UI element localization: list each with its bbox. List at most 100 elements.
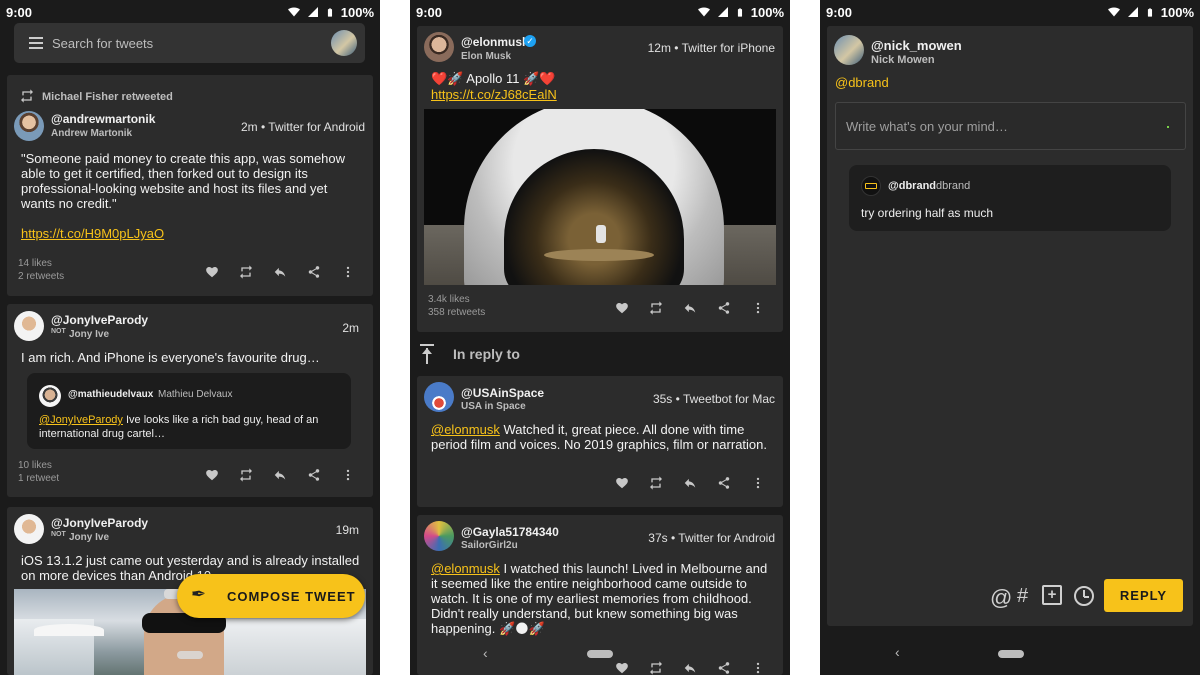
- quoted-tweet[interactable]: @mathieudelvaux Mathieu Delvaux @JonyIve…: [27, 373, 351, 449]
- mention[interactable]: @elonmusk: [431, 561, 500, 576]
- tweet-body: @elonmusk I watched this launch! Lived i…: [431, 561, 783, 636]
- in-reply-to-label: In reply to: [453, 346, 520, 362]
- home-pill[interactable]: [177, 651, 203, 659]
- reply-button[interactable]: [263, 263, 297, 281]
- tweet-handle[interactable]: @Gayla51784340: [461, 525, 559, 539]
- reply-button[interactable]: [673, 659, 707, 675]
- more-button[interactable]: [331, 466, 365, 484]
- reply-button-label: REPLY: [1119, 588, 1168, 603]
- avatar[interactable]: [14, 514, 44, 544]
- more-button[interactable]: [741, 299, 775, 317]
- tweet-body: @elonmusk Watched it, great piece. All d…: [431, 422, 781, 452]
- more-button[interactable]: [331, 263, 365, 281]
- like-button[interactable]: [605, 474, 639, 492]
- likes-count: 10 likes: [18, 460, 52, 471]
- tweet-handle[interactable]: @JonyIveParody: [51, 516, 148, 530]
- tweet-actions: [195, 466, 365, 484]
- more-button[interactable]: [741, 659, 775, 675]
- reply-button[interactable]: [673, 474, 707, 492]
- quote-body: @JonyIveParody Ive looks like a rich bad…: [39, 413, 344, 441]
- schedule-clock-icon[interactable]: [1074, 586, 1094, 606]
- menu-icon[interactable]: [29, 37, 43, 49]
- tweet-handle[interactable]: @USAinSpace: [461, 386, 544, 400]
- like-button[interactable]: [195, 466, 229, 484]
- avatar[interactable]: [424, 32, 454, 62]
- reply-tweet[interactable]: @USAinSpace USA in Space 35s • Tweetbot …: [417, 376, 783, 507]
- retweet-button[interactable]: [639, 659, 673, 675]
- at-button[interactable]: @: [990, 585, 1012, 611]
- share-icon: [717, 476, 731, 490]
- avatar[interactable]: [14, 111, 44, 141]
- more-button[interactable]: [741, 474, 775, 492]
- reply-to-mention[interactable]: @dbrand: [835, 75, 889, 90]
- tweet-meta: 19m: [335, 523, 359, 537]
- share-button[interactable]: [297, 263, 331, 281]
- dbrand-logo: [861, 176, 881, 196]
- main-tweet[interactable]: @elonmusk ✓ Elon Musk 12m • Twitter for …: [417, 26, 783, 332]
- back-nav-icon[interactable]: ‹: [895, 644, 900, 660]
- tweet-text: period film and voices. No 2019 graphics…: [431, 437, 767, 452]
- retweet-button[interactable]: [229, 263, 263, 281]
- battery-icon: [325, 6, 335, 19]
- profile-avatar[interactable]: [331, 30, 357, 56]
- reply-input-placeholder: Write what's on your mind…: [846, 119, 1008, 134]
- tweet-meta: 12m • Twitter for iPhone: [647, 41, 775, 55]
- likes-count: 14 likes: [18, 258, 52, 269]
- retweet-button[interactable]: [639, 474, 673, 492]
- avatar[interactable]: [424, 382, 454, 412]
- avatar[interactable]: [14, 311, 44, 341]
- retweeted-by: Michael Fisher retweeted: [42, 91, 173, 103]
- avatar[interactable]: [424, 521, 454, 551]
- share-button[interactable]: [707, 299, 741, 317]
- signal-icon: [1127, 6, 1139, 18]
- retweet-icon: [648, 660, 664, 675]
- compose-card: @nick_mowen Nick Mowen @dbrand Write wha…: [827, 26, 1193, 626]
- retweet-icon: [238, 264, 254, 280]
- reply-button[interactable]: [673, 299, 707, 317]
- reply-button[interactable]: [263, 466, 297, 484]
- tweet-stats: 14 likes 2 retweets: [18, 257, 64, 283]
- reply-button[interactable]: REPLY: [1104, 579, 1183, 612]
- mention[interactable]: @elonmusk: [431, 422, 500, 437]
- search-bar[interactable]: Search for tweets: [14, 23, 365, 63]
- reply-input[interactable]: Write what's on your mind…: [835, 102, 1186, 150]
- like-button[interactable]: [605, 659, 639, 675]
- heart-icon: [205, 265, 219, 279]
- like-button[interactable]: [605, 299, 639, 317]
- tweet-card[interactable]: @JonyIveParody NOT Jony Ive 2m I am rich…: [7, 304, 373, 497]
- add-media-icon[interactable]: +: [1042, 585, 1062, 605]
- tweet-card[interactable]: Michael Fisher retweeted @andrewmartonik…: [7, 75, 373, 296]
- more-icon: [751, 301, 765, 315]
- tweet-handle[interactable]: @elonmusk: [461, 35, 529, 49]
- tweet-name: Jony Ive: [69, 532, 110, 543]
- back-nav-icon[interactable]: ‹: [483, 645, 488, 661]
- tweet-image[interactable]: [424, 109, 776, 285]
- scroll-top-icon[interactable]: [420, 344, 434, 364]
- tweet-body-line: "Someone paid money to create this app, …: [21, 151, 346, 166]
- tweet-handle[interactable]: @andrewmartonik: [51, 112, 155, 126]
- tweet-stats: 3.4k likes 358 retweets: [428, 293, 485, 319]
- like-button[interactable]: [195, 263, 229, 281]
- avatar[interactable]: [834, 35, 864, 65]
- tweet-actions: [605, 659, 775, 675]
- quote-mention[interactable]: @JonyIveParody: [39, 414, 123, 426]
- tweet-handle[interactable]: @JonyIveParody: [51, 313, 148, 327]
- retweet-button[interactable]: [229, 466, 263, 484]
- tweet-body-line: professional-looking website and host it…: [21, 181, 328, 196]
- tweet-link[interactable]: https://t.co/zJ68cEalN: [431, 87, 557, 102]
- not-badge: NOT: [51, 531, 66, 538]
- reply-icon: [683, 301, 697, 315]
- share-button[interactable]: [297, 466, 331, 484]
- home-pill[interactable]: [998, 650, 1024, 658]
- share-button[interactable]: [707, 474, 741, 492]
- tweet-link[interactable]: https://t.co/H9M0pLJyaO: [21, 226, 164, 241]
- retweets-count: 2 retweets: [18, 271, 65, 282]
- retweet-button[interactable]: [639, 299, 673, 317]
- likes-count: 3.4k likes: [428, 294, 470, 305]
- quoted-tweet[interactable]: @dbrand dbrand try ordering half as much: [849, 165, 1171, 231]
- share-button[interactable]: [707, 659, 741, 675]
- search-input[interactable]: Search for tweets: [52, 36, 153, 51]
- home-pill[interactable]: [587, 650, 613, 658]
- compose-tweet-button[interactable]: ✒ COMPOSE TWEET: [177, 574, 365, 618]
- hashtag-button[interactable]: #: [1017, 585, 1028, 608]
